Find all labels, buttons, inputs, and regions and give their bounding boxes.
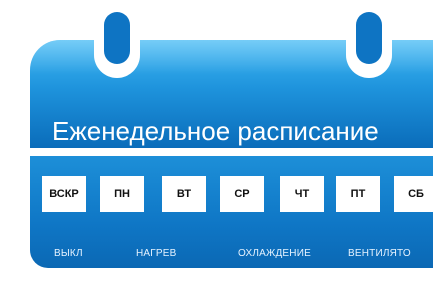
day-tab-friday[interactable]: ПТ	[336, 176, 380, 212]
day-tab-tuesday[interactable]: ВТ	[162, 176, 206, 212]
mode-fan[interactable]: ВЕНТИЛЯТО	[348, 248, 411, 259]
calendar-ring-left-icon	[94, 0, 140, 78]
day-tab-saturday[interactable]: СБ	[394, 176, 433, 212]
mode-off[interactable]: ВЫКЛ	[54, 248, 83, 259]
day-tab-sunday[interactable]: ВСКР	[42, 176, 86, 212]
weekly-schedule-widget: Еженедельное расписание ВСКР ПН ВТ СР ЧТ…	[0, 0, 433, 287]
calendar-ring-right-icon	[346, 0, 392, 78]
mode-heat[interactable]: НАГРЕВ	[136, 248, 177, 259]
day-tab-thursday[interactable]: ЧТ	[280, 176, 324, 212]
schedule-title: Еженедельное расписание	[52, 116, 379, 146]
mode-cool[interactable]: ОХЛАЖДЕНИЕ	[238, 248, 311, 259]
day-tab-wednesday[interactable]: СР	[220, 176, 264, 212]
day-tab-monday[interactable]: ПН	[100, 176, 144, 212]
